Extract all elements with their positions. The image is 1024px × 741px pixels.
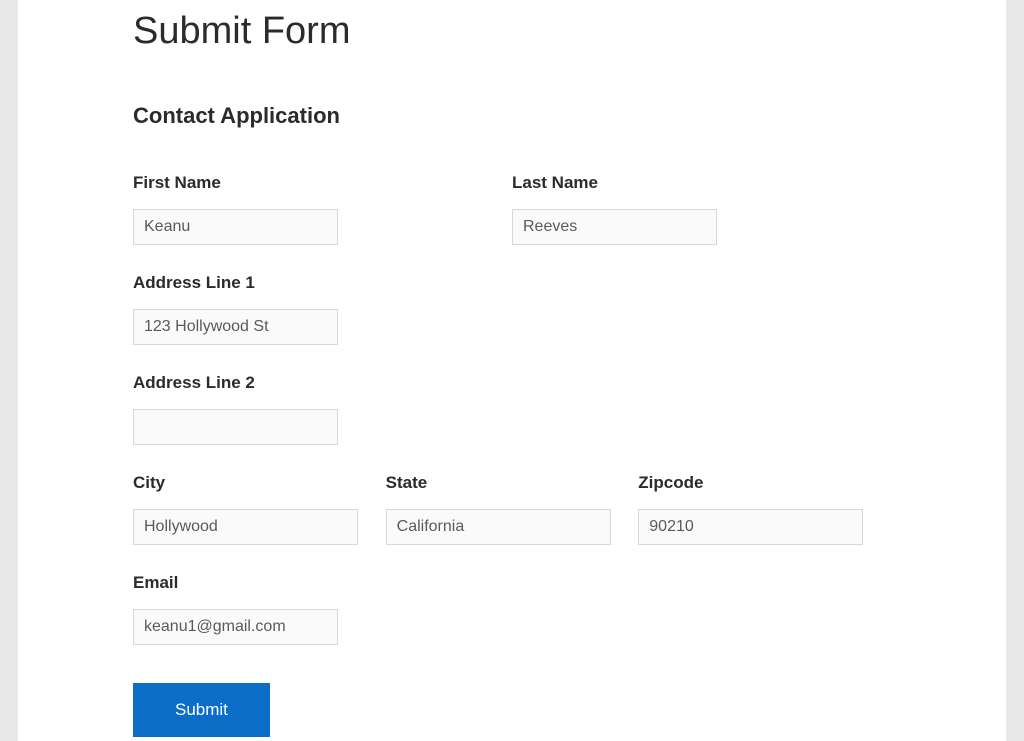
group-email: Email [133,573,891,645]
row-address2: Address Line 2 [133,373,891,445]
city-input[interactable] [133,509,358,545]
email-label: Email [133,573,891,593]
group-first-name: First Name [133,173,512,245]
group-address1: Address Line 1 [133,273,891,345]
section-title: Contact Application [133,103,891,129]
zipcode-label: Zipcode [638,473,871,493]
group-state: State [386,473,639,545]
state-label: State [386,473,619,493]
group-address2: Address Line 2 [133,373,891,445]
address1-label: Address Line 1 [133,273,891,293]
first-name-input[interactable] [133,209,338,245]
submit-button[interactable]: Submit [133,683,270,737]
contact-form: First Name Last Name Address Line 1 Addr… [133,173,891,737]
state-input[interactable] [386,509,611,545]
last-name-label: Last Name [512,173,891,193]
email-input[interactable] [133,609,338,645]
city-label: City [133,473,366,493]
row-name: First Name Last Name [133,173,891,245]
page-title: Submit Form [133,0,891,53]
first-name-label: First Name [133,173,512,193]
address2-label: Address Line 2 [133,373,891,393]
group-city: City [133,473,386,545]
zipcode-input[interactable] [638,509,863,545]
row-address1: Address Line 1 [133,273,891,345]
group-last-name: Last Name [512,173,891,245]
row-city-state-zip: City State Zipcode [133,473,891,545]
group-zipcode: Zipcode [638,473,891,545]
address2-input[interactable] [133,409,338,445]
page-container: Submit Form Contact Application First Na… [18,0,1006,741]
address1-input[interactable] [133,309,338,345]
last-name-input[interactable] [512,209,717,245]
row-email: Email [133,573,891,645]
